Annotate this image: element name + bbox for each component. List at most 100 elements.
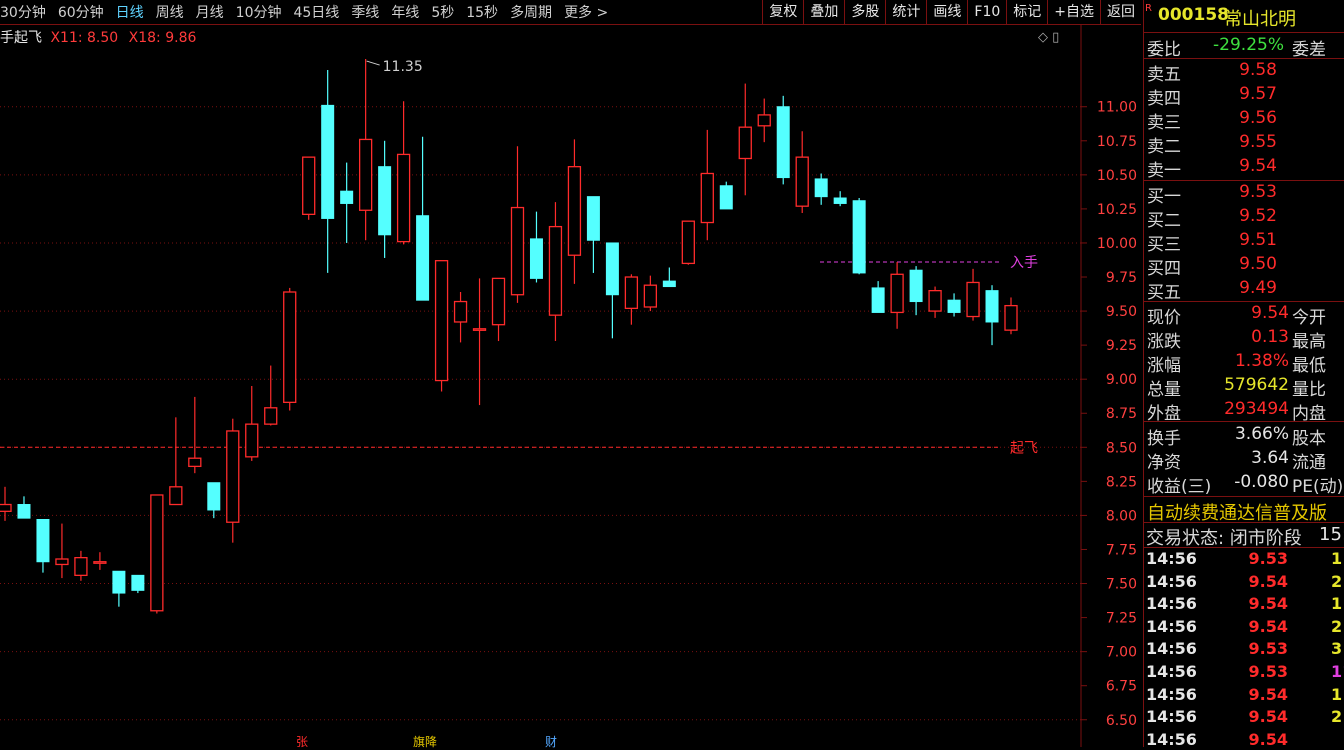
- candle[interactable]: [1004, 297, 1018, 335]
- candle[interactable]: [700, 129, 714, 241]
- candle[interactable]: [529, 211, 543, 283]
- period-tab[interactable]: 月线: [196, 2, 224, 22]
- candle[interactable]: [681, 220, 695, 265]
- candle[interactable]: [890, 262, 904, 329]
- period-tab[interactable]: 5秒: [431, 2, 454, 22]
- candle-body: [55, 558, 69, 566]
- candle[interactable]: [662, 267, 676, 288]
- candle[interactable]: [472, 278, 487, 406]
- candle[interactable]: [643, 275, 658, 312]
- asks-level[interactable]: 卖五 9.58: [1144, 59, 1344, 85]
- candle[interactable]: [169, 417, 183, 506]
- candle[interactable]: [36, 519, 50, 573]
- candle[interactable]: [757, 98, 771, 143]
- candle[interactable]: [55, 523, 69, 579]
- tool-button[interactable]: 叠加: [803, 0, 844, 24]
- asks-level[interactable]: 卖二 9.55: [1144, 131, 1344, 157]
- candle[interactable]: [416, 136, 430, 301]
- tick-price: 9.54: [1248, 707, 1288, 727]
- candle[interactable]: [795, 131, 809, 213]
- candle[interactable]: [17, 496, 31, 519]
- candle[interactable]: [245, 386, 259, 461]
- period-tab[interactable]: 年线: [391, 2, 419, 22]
- candle-body: [776, 106, 790, 179]
- tool-button[interactable]: 画线: [926, 0, 967, 24]
- candle[interactable]: [548, 202, 563, 342]
- period-tab[interactable]: 季线: [351, 2, 379, 22]
- candle-body: [150, 494, 164, 612]
- candle[interactable]: [928, 286, 942, 318]
- candle[interactable]: [776, 95, 790, 185]
- tick-time: 14:56: [1146, 571, 1197, 591]
- period-tab[interactable]: 45日线: [293, 2, 339, 22]
- period-tab[interactable]: 周线: [156, 2, 184, 22]
- quote-panel: R 000158 常山北明 委比 -29.25% 委差 卖五 9.58 卖四 9.57…: [1143, 0, 1344, 747]
- period-tab[interactable]: 15秒: [466, 2, 498, 22]
- period-tab[interactable]: 更多 >: [564, 2, 608, 22]
- candle[interactable]: [871, 281, 885, 313]
- tick-time: 14:56: [1146, 549, 1197, 568]
- tool-button[interactable]: F10: [967, 0, 1006, 24]
- candle[interactable]: [453, 292, 468, 343]
- tick-price: 9.54: [1248, 571, 1288, 591]
- tool-button[interactable]: 标记: [1006, 0, 1047, 24]
- asks-level[interactable]: 卖四 9.57: [1144, 83, 1344, 109]
- chart-toolbar: 30分钟 60分钟 日线 周线 月线 10分钟 45日线 季线 年线 5秒 15秒 多周期 更多 > 复…: [0, 0, 1141, 25]
- candle[interactable]: [0, 486, 12, 521]
- candle[interactable]: [814, 173, 828, 205]
- candle[interactable]: [207, 482, 221, 519]
- quote-value: 579642: [1224, 375, 1289, 395]
- candle[interactable]: [226, 418, 240, 543]
- asks-level[interactable]: 卖一 9.54: [1144, 155, 1344, 181]
- period-tab[interactable]: 日线: [116, 2, 144, 22]
- candle[interactable]: [586, 196, 600, 273]
- bids-level[interactable]: 买三 9.51: [1144, 229, 1344, 255]
- candle[interactable]: [74, 550, 88, 581]
- asks-level[interactable]: 卖三 9.56: [1144, 107, 1344, 133]
- candle[interactable]: [985, 285, 999, 346]
- candle[interactable]: [624, 274, 639, 325]
- candle[interactable]: [131, 574, 145, 594]
- candle[interactable]: [358, 59, 373, 241]
- candle[interactable]: [966, 268, 980, 321]
- candle[interactable]: [434, 260, 449, 392]
- tool-button[interactable]: 多股: [844, 0, 885, 24]
- candle[interactable]: [264, 365, 278, 426]
- period-tab[interactable]: 10分钟: [236, 2, 282, 22]
- candle[interactable]: [909, 266, 923, 316]
- candle[interactable]: [833, 191, 847, 207]
- promo-ticker[interactable]: 自动续费通达信普及版: [1144, 498, 1344, 522]
- tool-button[interactable]: 统计: [885, 0, 926, 24]
- candle[interactable]: [188, 396, 202, 474]
- tool-button[interactable]: 复权: [762, 0, 803, 24]
- candle[interactable]: [396, 101, 411, 245]
- bids-level[interactable]: 买五 9.49: [1144, 277, 1344, 303]
- tool-button[interactable]: +自选: [1047, 0, 1100, 24]
- tool-button[interactable]: 返回: [1100, 0, 1141, 24]
- candle[interactable]: [852, 198, 866, 275]
- candle[interactable]: [719, 181, 733, 210]
- candle-body: [245, 423, 259, 458]
- period-tab[interactable]: 30分钟: [0, 2, 46, 22]
- candle[interactable]: [738, 83, 752, 196]
- period-tab[interactable]: 60分钟: [58, 2, 104, 22]
- candle[interactable]: [510, 146, 525, 303]
- candle[interactable]: [378, 140, 392, 258]
- candle[interactable]: [150, 494, 164, 614]
- candle[interactable]: [283, 287, 297, 411]
- period-tab[interactable]: 多周期: [510, 2, 552, 22]
- candle[interactable]: [302, 156, 316, 220]
- candle[interactable]: [321, 69, 335, 273]
- candle[interactable]: [567, 139, 582, 284]
- bids-level[interactable]: 买四 9.50: [1144, 253, 1344, 279]
- candle[interactable]: [93, 552, 107, 570]
- candle[interactable]: [112, 570, 126, 607]
- bids-level[interactable]: 买一 9.53: [1144, 181, 1344, 207]
- candle[interactable]: [947, 293, 961, 317]
- candlestick-chart[interactable]: 6.50 6.75 7.00 7.25 7.50 7.75 8.00 8.25 8.50 8.75…: [0, 25, 1141, 747]
- candle[interactable]: [491, 277, 506, 342]
- bids-level[interactable]: 买二 9.52: [1144, 205, 1344, 231]
- candle[interactable]: [605, 242, 619, 339]
- candle[interactable]: [340, 162, 354, 243]
- candle-body: [226, 430, 240, 523]
